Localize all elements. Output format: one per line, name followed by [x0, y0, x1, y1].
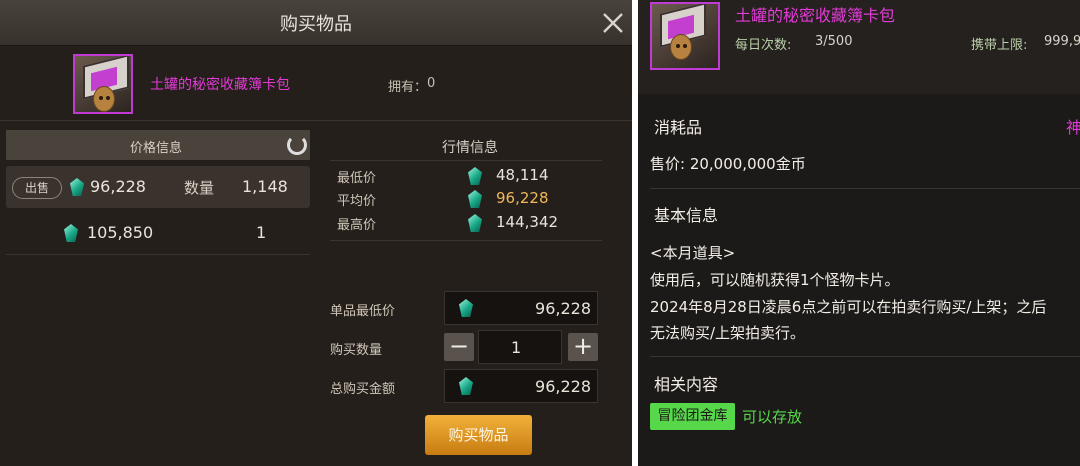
info-item-name: 土罐的秘密收藏簿卡包	[735, 6, 896, 25]
warehouse-badge: 冒险团金库	[650, 403, 735, 430]
item-info-header: 土罐的秘密收藏簿卡包 每日次数: 3/500 携带上限: 999,9	[638, 0, 1080, 94]
own-value: 0	[427, 76, 436, 91]
gem-icon	[468, 190, 482, 208]
carry-limit-label: 携带上限:	[971, 38, 1028, 53]
market-info-label: 行情信息	[442, 140, 498, 156]
unit-min-price-value: 96,228	[535, 299, 591, 318]
sell-tag: 出售	[12, 177, 62, 199]
gem-icon	[459, 377, 473, 395]
gem-icon	[459, 299, 473, 317]
min-price-label: 最低价	[337, 171, 377, 186]
listing-price: 96,228	[90, 177, 146, 196]
divider	[330, 240, 602, 241]
listing-quantity: 1,148	[242, 177, 288, 196]
min-price-value: 48,114	[496, 166, 549, 184]
category-right-label: 神	[1066, 118, 1080, 137]
listing-price: 105,850	[87, 223, 154, 242]
desc-line: 无法购买/上架拍卖行。	[650, 324, 806, 342]
daily-count-label: 每日次数:	[735, 38, 792, 53]
close-icon[interactable]	[600, 10, 626, 36]
desc-line: <本月道具>	[650, 244, 736, 262]
daily-count-value: 3/500	[815, 34, 853, 49]
screenshot-root: 购买物品 土罐的秘密收藏簿卡包 拥有： 0 价格信息 出售 96,228 数量 …	[0, 0, 1080, 466]
total-amount-label: 总购买金额	[330, 382, 396, 397]
quantity-input[interactable]: 1	[478, 330, 562, 364]
card-pack-icon	[73, 54, 133, 114]
gem-icon	[64, 224, 78, 242]
divider	[650, 188, 1080, 189]
total-amount-value: 96,228	[535, 377, 591, 396]
card-pack-icon	[650, 2, 720, 70]
quantity-plus-button[interactable]: +	[568, 333, 598, 361]
listing-row[interactable]: 出售 96,228 数量 1,148	[6, 166, 310, 208]
total-amount-box: 96,228	[444, 369, 598, 403]
gem-icon	[468, 214, 482, 232]
divider	[0, 120, 632, 121]
quantity-label: 数量	[184, 179, 215, 197]
unit-min-price-label: 单品最低价	[330, 304, 396, 319]
divider	[6, 254, 310, 255]
desc-line: 使用后，可以随机获得1个怪物卡片。	[650, 271, 900, 289]
item-info-panel: 土罐的秘密收藏簿卡包 每日次数: 3/500 携带上限: 999,9 消耗品 神…	[638, 0, 1080, 466]
listing-row[interactable]: 105,850 1	[6, 212, 310, 254]
storable-text: 可以存放	[742, 408, 803, 426]
item-name: 土罐的秘密收藏簿卡包	[150, 77, 290, 93]
quantity-value: 1	[511, 338, 522, 357]
carry-limit-value: 999,9	[1044, 34, 1080, 49]
desc-line: 2024年8月28日凌晨6点之前可以在拍卖行购买/上架；之后	[650, 298, 1047, 316]
buy-window-title: 购买物品	[280, 14, 352, 35]
buy-window: 购买物品 土罐的秘密收藏簿卡包 拥有： 0 价格信息 出售 96,228 数量 …	[0, 0, 632, 466]
listing-quantity: 1	[256, 223, 267, 242]
max-price-label: 最高价	[337, 218, 377, 233]
gem-icon	[70, 178, 84, 196]
divider	[650, 356, 1080, 357]
category-label: 消耗品	[654, 118, 703, 137]
basic-info-title: 基本信息	[654, 206, 719, 225]
price-info-label: 价格信息	[129, 141, 182, 156]
related-content-title: 相关内容	[654, 375, 719, 394]
own-label: 拥有：	[388, 80, 428, 95]
max-price-value: 144,342	[496, 213, 559, 231]
quantity-label: 购买数量	[330, 343, 383, 358]
buy-window-header: 购买物品	[0, 0, 632, 46]
price-info-header: 价格信息	[6, 130, 310, 160]
gem-icon	[468, 167, 482, 185]
quantity-minus-button[interactable]: −	[444, 333, 474, 361]
refresh-icon[interactable]	[287, 135, 307, 155]
sell-price-text: 售价: 20,000,000金币	[650, 155, 806, 173]
buy-item-button[interactable]: 购买物品	[425, 415, 532, 455]
avg-price-value: 96,228	[496, 189, 549, 207]
unit-min-price-box: 96,228	[444, 291, 598, 325]
divider	[330, 160, 602, 161]
avg-price-label: 平均价	[337, 194, 377, 209]
